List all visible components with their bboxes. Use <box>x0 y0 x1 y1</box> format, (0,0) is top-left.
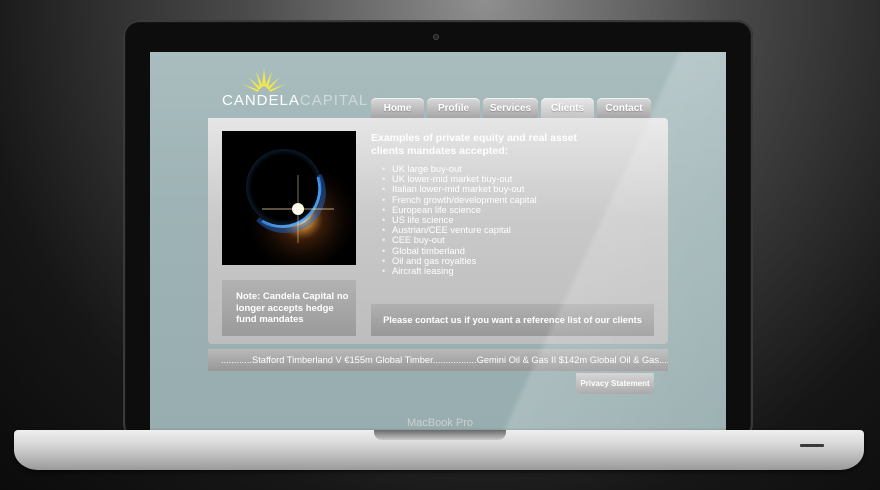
tab-clients[interactable]: Clients <box>541 98 594 118</box>
contact-reference-box: Please contact us if you want a referenc… <box>371 304 654 336</box>
eclipse-image <box>222 131 356 265</box>
list-item: French growth/development capital <box>382 195 537 205</box>
tab-home[interactable]: Home <box>371 98 424 118</box>
laptop-lid: CANDELACAPITAL Home Profile Services Cli… <box>123 20 753 440</box>
eclipse-graphic <box>222 131 356 265</box>
deal-ticker: ............Stafford Timberland V €155m … <box>208 349 668 371</box>
candela-capital-logo[interactable]: CANDELACAPITAL <box>222 66 367 109</box>
list-item: Oil and gas royalties <box>382 256 537 266</box>
list-item: European life science <box>382 205 537 215</box>
hinge-notch <box>374 430 506 440</box>
list-item: Italian lower-mid market buy-out <box>382 184 537 194</box>
logo-word-candela: CANDELA <box>222 92 300 109</box>
list-item: Austrian/CEE venture capital <box>382 225 537 235</box>
mandates-list: UK large buy-out UK lower-mid market buy… <box>382 164 537 276</box>
tab-services[interactable]: Services <box>483 98 538 118</box>
list-item: CEE buy-out <box>382 235 537 245</box>
privacy-statement-button[interactable]: Privacy Statement <box>576 373 654 394</box>
logo-wordmark: CANDELACAPITAL <box>222 92 368 109</box>
list-item: US life science <box>382 215 537 225</box>
logo-word-capital: CAPITAL <box>299 92 369 109</box>
tab-contact[interactable]: Contact <box>597 98 651 118</box>
mandates-heading: Examples of private equity and real asse… <box>371 132 578 157</box>
main-nav: Home Profile Services Clients Contact <box>371 98 651 118</box>
slot-indicator <box>800 444 824 447</box>
list-item: Global timberland <box>382 246 537 256</box>
laptop-base <box>14 430 864 470</box>
list-item: UK large buy-out <box>382 164 537 174</box>
list-item: UK lower-mid market buy-out <box>382 174 537 184</box>
camera-icon <box>433 34 439 40</box>
hedge-fund-note: Note: Candela Capital no longer accepts … <box>222 280 356 336</box>
sunburst-icon <box>242 68 286 92</box>
device-brand-label: MacBook Pro <box>406 417 474 429</box>
content-panel: Note: Candela Capital no longer accepts … <box>208 118 668 344</box>
tab-profile[interactable]: Profile <box>427 98 480 118</box>
list-item: Aircraft leasing <box>382 266 537 276</box>
website-screen: CANDELACAPITAL Home Profile Services Cli… <box>150 52 726 430</box>
